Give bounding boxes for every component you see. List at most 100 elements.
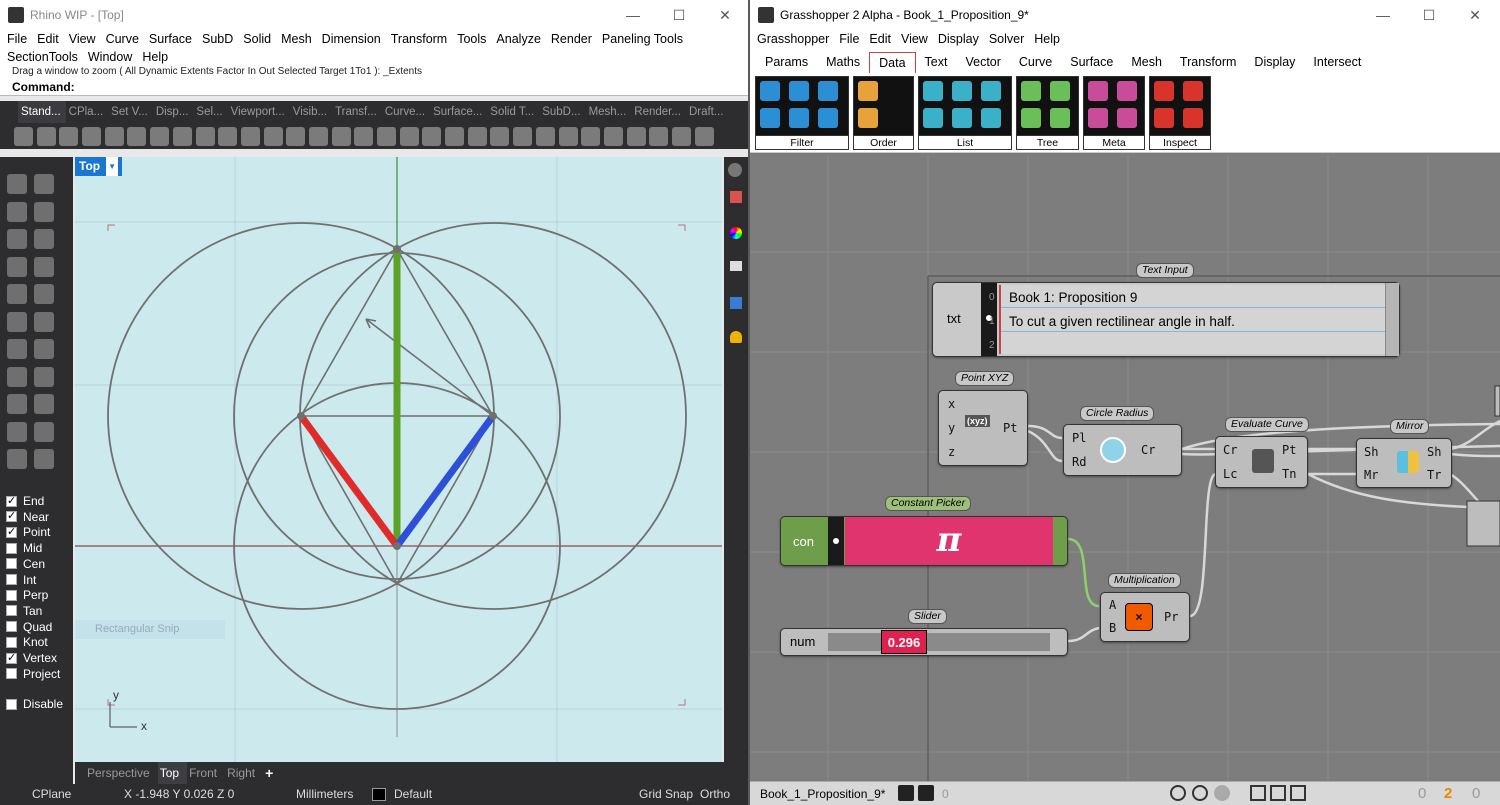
circle-radius-component[interactable]: Pl Rd Cr bbox=[1063, 424, 1182, 476]
meta-component-icon[interactable] bbox=[1088, 108, 1108, 128]
grid-icon[interactable] bbox=[1290, 785, 1306, 801]
toolbar-button-icon[interactable] bbox=[263, 126, 283, 146]
menu-surface[interactable]: Surface bbox=[146, 30, 199, 48]
gear-icon[interactable] bbox=[728, 163, 742, 177]
list-component-icon[interactable] bbox=[952, 81, 972, 101]
knot-checkbox[interactable] bbox=[6, 636, 17, 648]
left-tool-icon[interactable] bbox=[7, 339, 27, 359]
meta-component-icon[interactable] bbox=[1088, 81, 1108, 101]
input-a[interactable]: A bbox=[1109, 598, 1116, 612]
gh-tab-surface[interactable]: Surface bbox=[1061, 51, 1122, 73]
text-input-output-grip[interactable] bbox=[1385, 283, 1399, 356]
left-tool-icon[interactable] bbox=[34, 201, 54, 222]
gh-tab-intersect[interactable]: Intersect bbox=[1304, 51, 1370, 73]
tree-component-icon[interactable] bbox=[1050, 81, 1070, 101]
toolbar-button-icon[interactable] bbox=[104, 126, 124, 146]
output-sh[interactable]: Sh bbox=[1427, 445, 1441, 459]
gh-menu-display[interactable]: Display bbox=[935, 30, 986, 49]
toolbar-button-icon[interactable] bbox=[422, 126, 442, 146]
sl-icon[interactable] bbox=[898, 785, 914, 801]
minimize-icon[interactable]: — bbox=[1360, 0, 1406, 30]
menu-transform[interactable]: Transform bbox=[388, 30, 455, 48]
output-pt[interactable]: Pt bbox=[1003, 421, 1017, 435]
status-ortho[interactable]: Ortho bbox=[700, 784, 730, 805]
left-tool-icon[interactable] bbox=[7, 311, 27, 332]
osnap-end[interactable]: End bbox=[6, 494, 44, 508]
osnap-tan[interactable]: Tan bbox=[6, 604, 42, 618]
filter-component-icon[interactable] bbox=[789, 81, 809, 101]
output-cr[interactable]: Cr bbox=[1141, 443, 1155, 457]
osnap-disable[interactable]: Disable bbox=[6, 697, 63, 711]
mirror-component[interactable]: Sh Mr Sh Tr bbox=[1356, 438, 1452, 488]
menu-sectiontools[interactable]: SectionTools bbox=[4, 48, 85, 66]
osnap-int[interactable]: Int bbox=[6, 573, 36, 587]
left-tool-icon[interactable] bbox=[7, 449, 27, 469]
order-component-icon[interactable] bbox=[858, 108, 878, 128]
left-tool-icon[interactable] bbox=[34, 229, 54, 249]
osnap-knot[interactable]: Knot bbox=[6, 635, 48, 649]
input-rd[interactable]: Rd bbox=[1072, 455, 1086, 469]
menu-solid[interactable]: Solid bbox=[240, 30, 278, 48]
viewport-tab-top[interactable]: Top bbox=[157, 762, 188, 784]
zoom-icon[interactable] bbox=[1270, 785, 1286, 801]
viewport-tab-perspective[interactable]: Perspective bbox=[85, 762, 158, 784]
status-cplane[interactable]: CPlane bbox=[32, 784, 71, 805]
menu-view[interactable]: View bbox=[66, 30, 103, 48]
osnap-cen[interactable]: Cen bbox=[6, 557, 45, 571]
input-y[interactable]: y bbox=[948, 421, 955, 435]
menu-tools[interactable]: Tools bbox=[454, 30, 493, 48]
menu-analyze[interactable]: Analyze bbox=[493, 30, 547, 48]
menu-window[interactable]: Window bbox=[85, 48, 139, 66]
input-z[interactable]: z bbox=[948, 445, 955, 459]
tree-component-icon[interactable] bbox=[1050, 108, 1070, 128]
display-icon[interactable] bbox=[730, 261, 742, 271]
check-icon[interactable] bbox=[918, 785, 934, 801]
layer-color-swatch[interactable] bbox=[372, 788, 386, 801]
gh-canvas[interactable]: Text Input txt 0 1 2 Book 1: Proposition… bbox=[750, 156, 1500, 781]
int-checkbox[interactable] bbox=[6, 574, 17, 585]
left-tool-icon[interactable] bbox=[34, 394, 54, 414]
left-tool-icon[interactable] bbox=[7, 229, 27, 249]
left-tool-icon[interactable] bbox=[7, 174, 27, 194]
meta-component-icon[interactable] bbox=[1117, 81, 1137, 101]
gh-menu-solver[interactable]: Solver bbox=[986, 30, 1031, 49]
list-component-icon[interactable] bbox=[981, 81, 1001, 101]
toolbar-button-icon[interactable] bbox=[490, 126, 510, 146]
inspect-component-icon[interactable] bbox=[1183, 81, 1203, 101]
input-cr[interactable]: Cr bbox=[1223, 443, 1237, 457]
osnap-vertex[interactable]: Vertex bbox=[6, 651, 57, 665]
toolbar-button-icon[interactable] bbox=[150, 126, 170, 146]
inspect-component-icon[interactable] bbox=[1183, 108, 1203, 128]
toolbar-button-icon[interactable] bbox=[694, 126, 714, 146]
tan-checkbox[interactable] bbox=[6, 605, 17, 617]
menu-subd[interactable]: SubD bbox=[199, 30, 240, 48]
menu-curve[interactable]: Curve bbox=[103, 30, 146, 48]
left-tool-icon[interactable] bbox=[34, 311, 54, 332]
toolbar-tab-cpla[interactable]: CPla... bbox=[66, 101, 109, 123]
input-mr[interactable]: Mr bbox=[1364, 468, 1378, 482]
osnap-near[interactable]: Near bbox=[6, 509, 49, 524]
viewport-tab-front[interactable]: Front bbox=[187, 762, 225, 784]
osnap-point[interactable]: Point bbox=[6, 525, 50, 539]
project-checkbox[interactable] bbox=[6, 668, 17, 680]
toolbar-button-icon[interactable] bbox=[59, 126, 79, 146]
evaluate-curve-component[interactable]: Cr Lc Pt Tn bbox=[1215, 436, 1308, 488]
menu-edit[interactable]: Edit bbox=[34, 30, 66, 48]
osnap-project[interactable]: Project bbox=[6, 667, 60, 681]
input-b[interactable]: B bbox=[1109, 621, 1116, 635]
toolbar-button-icon[interactable] bbox=[286, 126, 306, 146]
gh-tab-display[interactable]: Display bbox=[1245, 51, 1304, 73]
toolbar-button-icon[interactable] bbox=[626, 126, 646, 146]
filter-component-icon[interactable] bbox=[760, 81, 780, 101]
constant-picker-component[interactable]: con π bbox=[780, 516, 1068, 566]
filter-component-icon[interactable] bbox=[818, 108, 838, 128]
multiplication-component[interactable]: A B × Pr bbox=[1100, 592, 1190, 642]
gh-tab-curve[interactable]: Curve bbox=[1010, 51, 1061, 73]
toolbar-button-icon[interactable] bbox=[399, 126, 419, 146]
toolbar-button-icon[interactable] bbox=[671, 126, 691, 146]
output-tn[interactable]: Tn bbox=[1282, 467, 1296, 481]
sphere-icon[interactable] bbox=[1214, 785, 1230, 801]
toolbar-button-icon[interactable] bbox=[195, 126, 215, 146]
left-tool-icon[interactable] bbox=[7, 256, 27, 277]
menu-paneling-tools[interactable]: Paneling Tools bbox=[599, 30, 690, 48]
